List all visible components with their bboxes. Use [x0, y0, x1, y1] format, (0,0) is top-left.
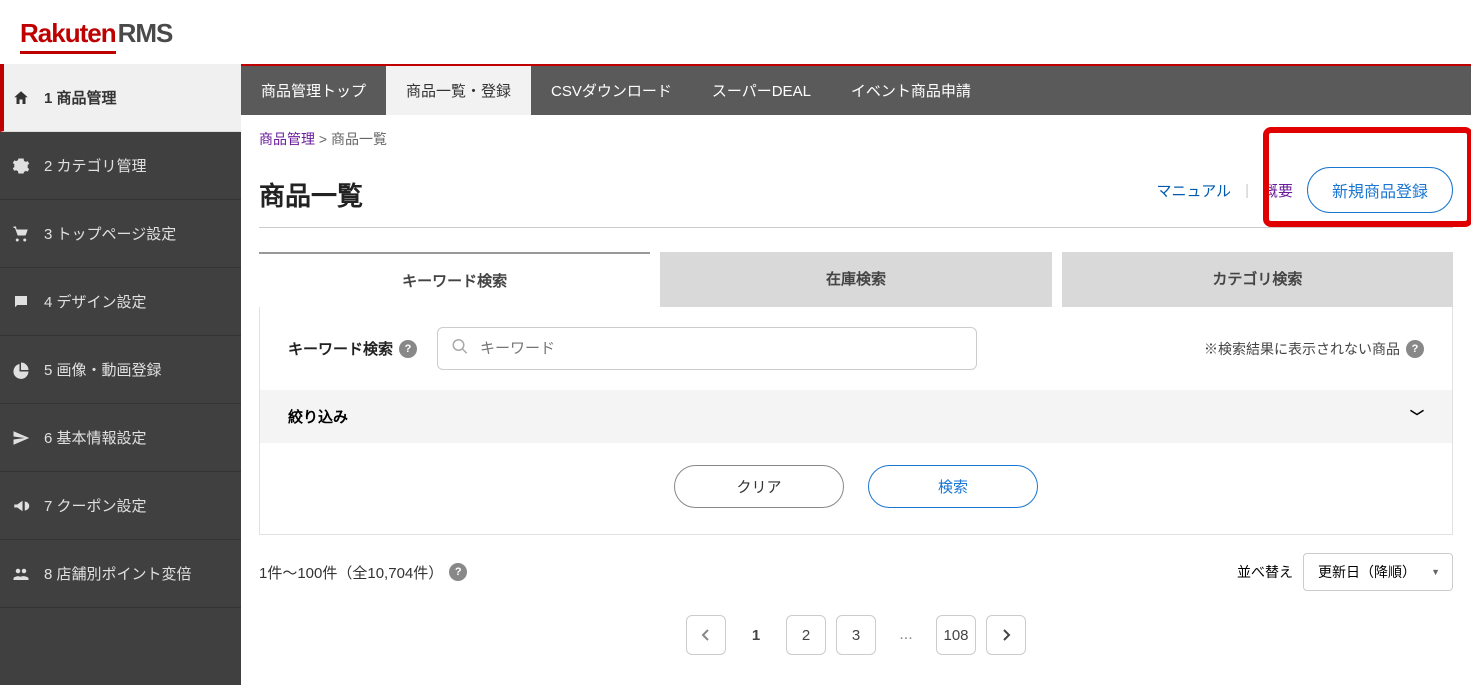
search-tab-keyword[interactable]: キーワード検索 — [259, 252, 650, 307]
keyword-search-input[interactable] — [437, 327, 977, 370]
home-icon — [12, 89, 32, 107]
megaphone-icon — [12, 497, 32, 515]
brand-logo: Rakuten RMS — [20, 18, 1451, 54]
pie-chart-icon — [12, 361, 32, 379]
page-1: 1 — [736, 615, 776, 655]
topnav-item-csv[interactable]: CSVダウンロード — [531, 66, 692, 115]
filter-label: 絞り込み — [288, 406, 348, 427]
top-nav: 商品管理トップ 商品一覧・登録 CSVダウンロード スーパーDEAL イベント商… — [241, 64, 1471, 115]
paper-plane-icon — [12, 429, 32, 447]
sidebar-item-design[interactable]: 4 デザイン設定 — [0, 268, 241, 336]
filter-accordion[interactable]: 絞り込み ﹀ — [260, 390, 1452, 443]
pagination: 1 2 3 ... 108 — [259, 615, 1453, 655]
search-note: ※検索結果に表示されない商品 ? — [1204, 339, 1424, 359]
topnav-item-deal[interactable]: スーパーDEAL — [692, 66, 831, 115]
clear-button[interactable]: クリア — [674, 465, 844, 508]
sidebar-item-media[interactable]: 5 画像・動画登録 — [0, 336, 241, 404]
new-product-button[interactable]: 新規商品登録 — [1307, 167, 1453, 213]
breadcrumb-parent[interactable]: 商品管理 — [259, 131, 315, 147]
sort-select[interactable]: 更新日（降順） — [1303, 553, 1453, 591]
sidebar-item-label: 3 トップページ設定 — [44, 223, 176, 244]
search-icon — [451, 337, 469, 360]
help-icon[interactable]: ? — [1406, 340, 1424, 358]
link-outline[interactable]: 概要 — [1263, 180, 1293, 201]
sidebar-item-label: 5 画像・動画登録 — [44, 359, 162, 380]
search-label: キーワード検索 ? — [288, 338, 417, 359]
topnav-item-event[interactable]: イベント商品申請 — [831, 66, 991, 115]
sidebar-item-toppage[interactable]: 3 トップページ設定 — [0, 200, 241, 268]
page-3[interactable]: 3 — [836, 615, 876, 655]
page-prev[interactable] — [686, 615, 726, 655]
sort-label: 並べ替え — [1237, 562, 1293, 582]
page-next[interactable] — [986, 615, 1026, 655]
page-ellipsis: ... — [886, 626, 926, 644]
sidebar: 1 商品管理 2 カテゴリ管理 3 トップページ設定 4 デザイン設定 5 画像… — [0, 64, 241, 685]
help-icon[interactable]: ? — [399, 340, 417, 358]
gear-icon — [12, 157, 32, 175]
sidebar-item-label: 2 カテゴリ管理 — [44, 155, 147, 176]
sidebar-item-label: 1 商品管理 — [44, 87, 117, 108]
help-icon[interactable]: ? — [449, 563, 467, 581]
page-title: 商品一覧 — [259, 176, 363, 213]
cart-icon — [12, 225, 32, 243]
result-count: 1件〜100件（全10,704件） ? — [259, 562, 467, 583]
chevron-down-icon: ﹀ — [1410, 407, 1424, 427]
page-2[interactable]: 2 — [786, 615, 826, 655]
topnav-item-list[interactable]: 商品一覧・登録 — [386, 66, 531, 115]
sidebar-item-categories[interactable]: 2 カテゴリ管理 — [0, 132, 241, 200]
comment-icon — [12, 293, 32, 311]
topnav-item-home[interactable]: 商品管理トップ — [241, 66, 386, 115]
search-button[interactable]: 検索 — [868, 465, 1038, 508]
sidebar-item-label: 6 基本情報設定 — [44, 427, 147, 448]
breadcrumb: 商品管理 > 商品一覧 — [259, 129, 1453, 149]
brand-name-1: Rakuten — [20, 18, 116, 54]
sidebar-item-points[interactable]: 8 店舗別ポイント変倍 — [0, 540, 241, 608]
sidebar-item-label: 4 デザイン設定 — [44, 291, 147, 312]
sidebar-item-products[interactable]: 1 商品管理 — [0, 64, 241, 132]
users-icon — [12, 565, 32, 583]
sidebar-item-coupon[interactable]: 7 クーポン設定 — [0, 472, 241, 540]
brand-name-2: RMS — [118, 18, 173, 49]
search-tab-stock[interactable]: 在庫検索 — [660, 252, 1051, 307]
sidebar-item-label: 7 クーポン設定 — [44, 495, 147, 516]
breadcrumb-current: 商品一覧 — [331, 131, 387, 147]
search-tab-category[interactable]: カテゴリ検索 — [1062, 252, 1453, 307]
sidebar-item-label: 8 店舗別ポイント変倍 — [44, 563, 192, 584]
sidebar-item-settings[interactable]: 6 基本情報設定 — [0, 404, 241, 472]
page-last[interactable]: 108 — [936, 615, 976, 655]
link-manual[interactable]: マニュアル — [1157, 180, 1232, 201]
